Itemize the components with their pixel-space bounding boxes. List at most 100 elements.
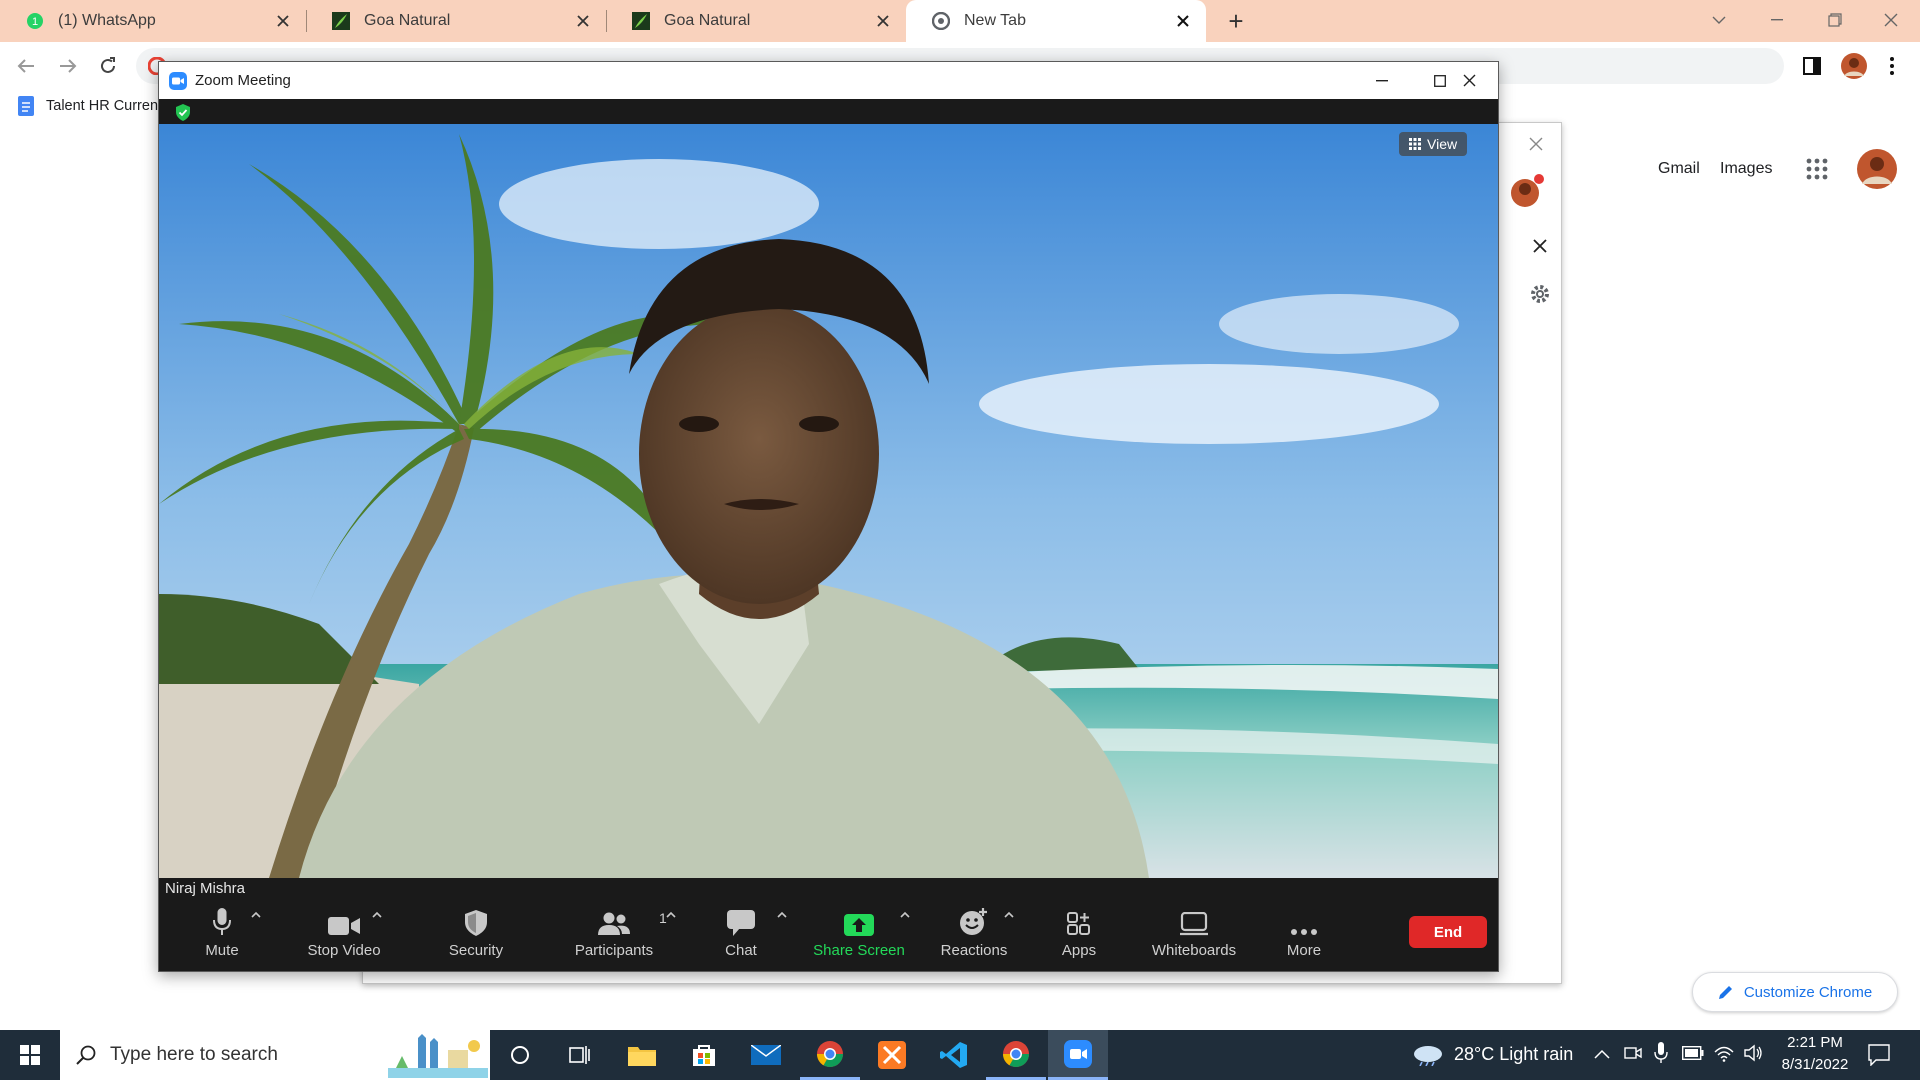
zoom-minimize-icon[interactable] — [1353, 62, 1411, 99]
clock[interactable]: 2:21 PM 8/31/2022 — [1770, 1032, 1860, 1078]
profile-avatar[interactable] — [1838, 50, 1870, 82]
security-button[interactable]: Security — [421, 900, 531, 971]
whiteboards-button[interactable]: Whiteboards — [1129, 900, 1259, 971]
wifi-icon[interactable] — [1714, 1044, 1734, 1062]
google-account-avatar[interactable] — [1856, 148, 1898, 190]
notification-icon[interactable] — [1868, 1044, 1890, 1066]
meet-now-icon[interactable] — [1624, 1044, 1642, 1062]
file-explorer-icon[interactable] — [612, 1030, 672, 1080]
new-tab-button[interactable]: + — [1222, 7, 1250, 35]
start-button[interactable] — [0, 1030, 60, 1080]
zoom-logo-icon — [169, 71, 187, 90]
images-link[interactable]: Images — [1720, 160, 1772, 178]
goa-natural-icon — [332, 12, 350, 30]
volume-icon[interactable] — [1744, 1044, 1764, 1062]
zoom-window-title: Zoom Meeting — [195, 72, 291, 89]
task-view-icon[interactable] — [550, 1030, 610, 1080]
xampp-icon[interactable] — [862, 1030, 922, 1080]
chrome-menu-icon[interactable] — [1876, 50, 1908, 82]
video-camera-icon — [328, 917, 360, 935]
microphone-tray-icon[interactable] — [1654, 1042, 1668, 1064]
restore-icon[interactable] — [1806, 0, 1864, 40]
close-icon[interactable] — [1527, 233, 1553, 259]
video-options-caret-icon[interactable] — [370, 908, 384, 922]
cortana-icon[interactable] — [490, 1030, 550, 1080]
stop-video-label: Stop Video — [307, 942, 381, 959]
close-tab-icon[interactable] — [272, 10, 294, 32]
back-icon[interactable] — [10, 50, 42, 82]
taskbar-search-box[interactable]: Type here to search — [60, 1030, 490, 1080]
apps-label: Apps — [1061, 942, 1097, 959]
close-tab-icon[interactable] — [872, 10, 894, 32]
weather-icon[interactable] — [1412, 1042, 1444, 1066]
search-highlight-illustration — [388, 1034, 488, 1078]
panel-avatar[interactable] — [1509, 173, 1545, 209]
whiteboard-icon — [1180, 912, 1208, 936]
bookmark-talent-hr[interactable]: Talent HR Curren — [18, 96, 158, 116]
apps-button[interactable]: Apps — [1029, 900, 1129, 971]
end-meeting-button[interactable]: End — [1409, 916, 1487, 948]
view-button[interactable]: View — [1399, 132, 1468, 156]
tab-goa-natural-1[interactable]: Goa Natural — [306, 0, 606, 42]
encryption-shield-icon[interactable] — [175, 104, 191, 126]
tab-whatsapp[interactable]: 1 (1) WhatsApp — [0, 0, 306, 42]
customize-chrome-button[interactable]: Customize Chrome — [1692, 972, 1898, 1012]
settings-gear-icon[interactable] — [1527, 281, 1553, 307]
mute-label: Mute — [205, 942, 239, 959]
share-options-caret-icon[interactable] — [898, 908, 912, 922]
reactions-caret-icon[interactable] — [1002, 908, 1016, 922]
chat-caret-icon[interactable] — [775, 908, 789, 922]
google-apps-icon[interactable] — [1806, 158, 1828, 180]
google-docs-icon — [18, 96, 34, 116]
close-window-icon[interactable] — [1862, 0, 1920, 40]
goa-natural-icon — [632, 12, 650, 30]
more-icon — [1291, 929, 1317, 935]
clock-date: 8/31/2022 — [1781, 1056, 1849, 1073]
tab-search-icon[interactable] — [1690, 0, 1748, 40]
mail-icon[interactable] — [736, 1030, 796, 1080]
tab-title: (1) WhatsApp — [58, 12, 156, 29]
audio-options-caret-icon[interactable] — [249, 908, 263, 922]
whiteboards-label: Whiteboards — [1151, 942, 1237, 959]
participants-icon — [598, 912, 630, 935]
minimize-icon[interactable] — [1748, 0, 1806, 40]
battery-icon[interactable] — [1682, 1046, 1704, 1060]
microsoft-store-icon[interactable] — [674, 1030, 734, 1080]
tab-goa-natural-2[interactable]: Goa Natural — [606, 0, 906, 42]
tab-title: Goa Natural — [364, 12, 451, 29]
close-tab-icon[interactable] — [572, 10, 594, 32]
more-label: More — [1286, 942, 1322, 959]
participant-name-bar: Niraj Mishra — [159, 878, 1498, 900]
reload-icon[interactable] — [92, 50, 124, 82]
forward-icon[interactable] — [52, 50, 84, 82]
clock-time: 2:21 PM — [1787, 1034, 1843, 1051]
security-label: Security — [448, 942, 504, 959]
side-panel-icon[interactable] — [1796, 50, 1828, 82]
weather-text[interactable]: 28°C Light rain — [1454, 1044, 1573, 1065]
svg-text:1: 1 — [32, 16, 38, 28]
tab-strip: 1 (1) WhatsApp Goa Natural Goa Natural N… — [0, 0, 1920, 42]
windows-logo-icon — [20, 1045, 40, 1065]
close-panel-icon[interactable] — [1523, 131, 1549, 157]
more-button[interactable]: More — [1259, 900, 1349, 971]
search-placeholder: Type here to search — [110, 1044, 278, 1065]
grid-icon — [1409, 138, 1421, 150]
show-hidden-icons-icon[interactable] — [1594, 1048, 1610, 1060]
tab-new-tab[interactable]: New Tab — [906, 0, 1206, 42]
pencil-icon — [1718, 986, 1732, 999]
chrome-taskbar-icon[interactable] — [800, 1030, 860, 1080]
participants-caret-icon[interactable] — [664, 908, 678, 922]
zoom-close-icon[interactable] — [1440, 62, 1498, 99]
gmail-link[interactable]: Gmail — [1658, 160, 1700, 178]
share-screen-label: Share Screen — [813, 942, 905, 959]
vscode-icon[interactable] — [924, 1030, 984, 1080]
close-tab-icon[interactable] — [1172, 10, 1194, 32]
tab-title: New Tab — [964, 12, 1026, 29]
customize-chrome-label: Customize Chrome — [1743, 983, 1873, 1001]
chrome-profile-taskbar-icon[interactable] — [986, 1030, 1046, 1080]
zoom-control-bar: Mute Stop Video Security 1 Participants … — [159, 900, 1498, 971]
zoom-taskbar-icon[interactable] — [1048, 1030, 1108, 1080]
participants-button[interactable]: 1 Participants — [549, 900, 679, 971]
stop-video-button[interactable]: Stop Video — [284, 900, 404, 971]
zoom-topbar — [159, 99, 1498, 124]
